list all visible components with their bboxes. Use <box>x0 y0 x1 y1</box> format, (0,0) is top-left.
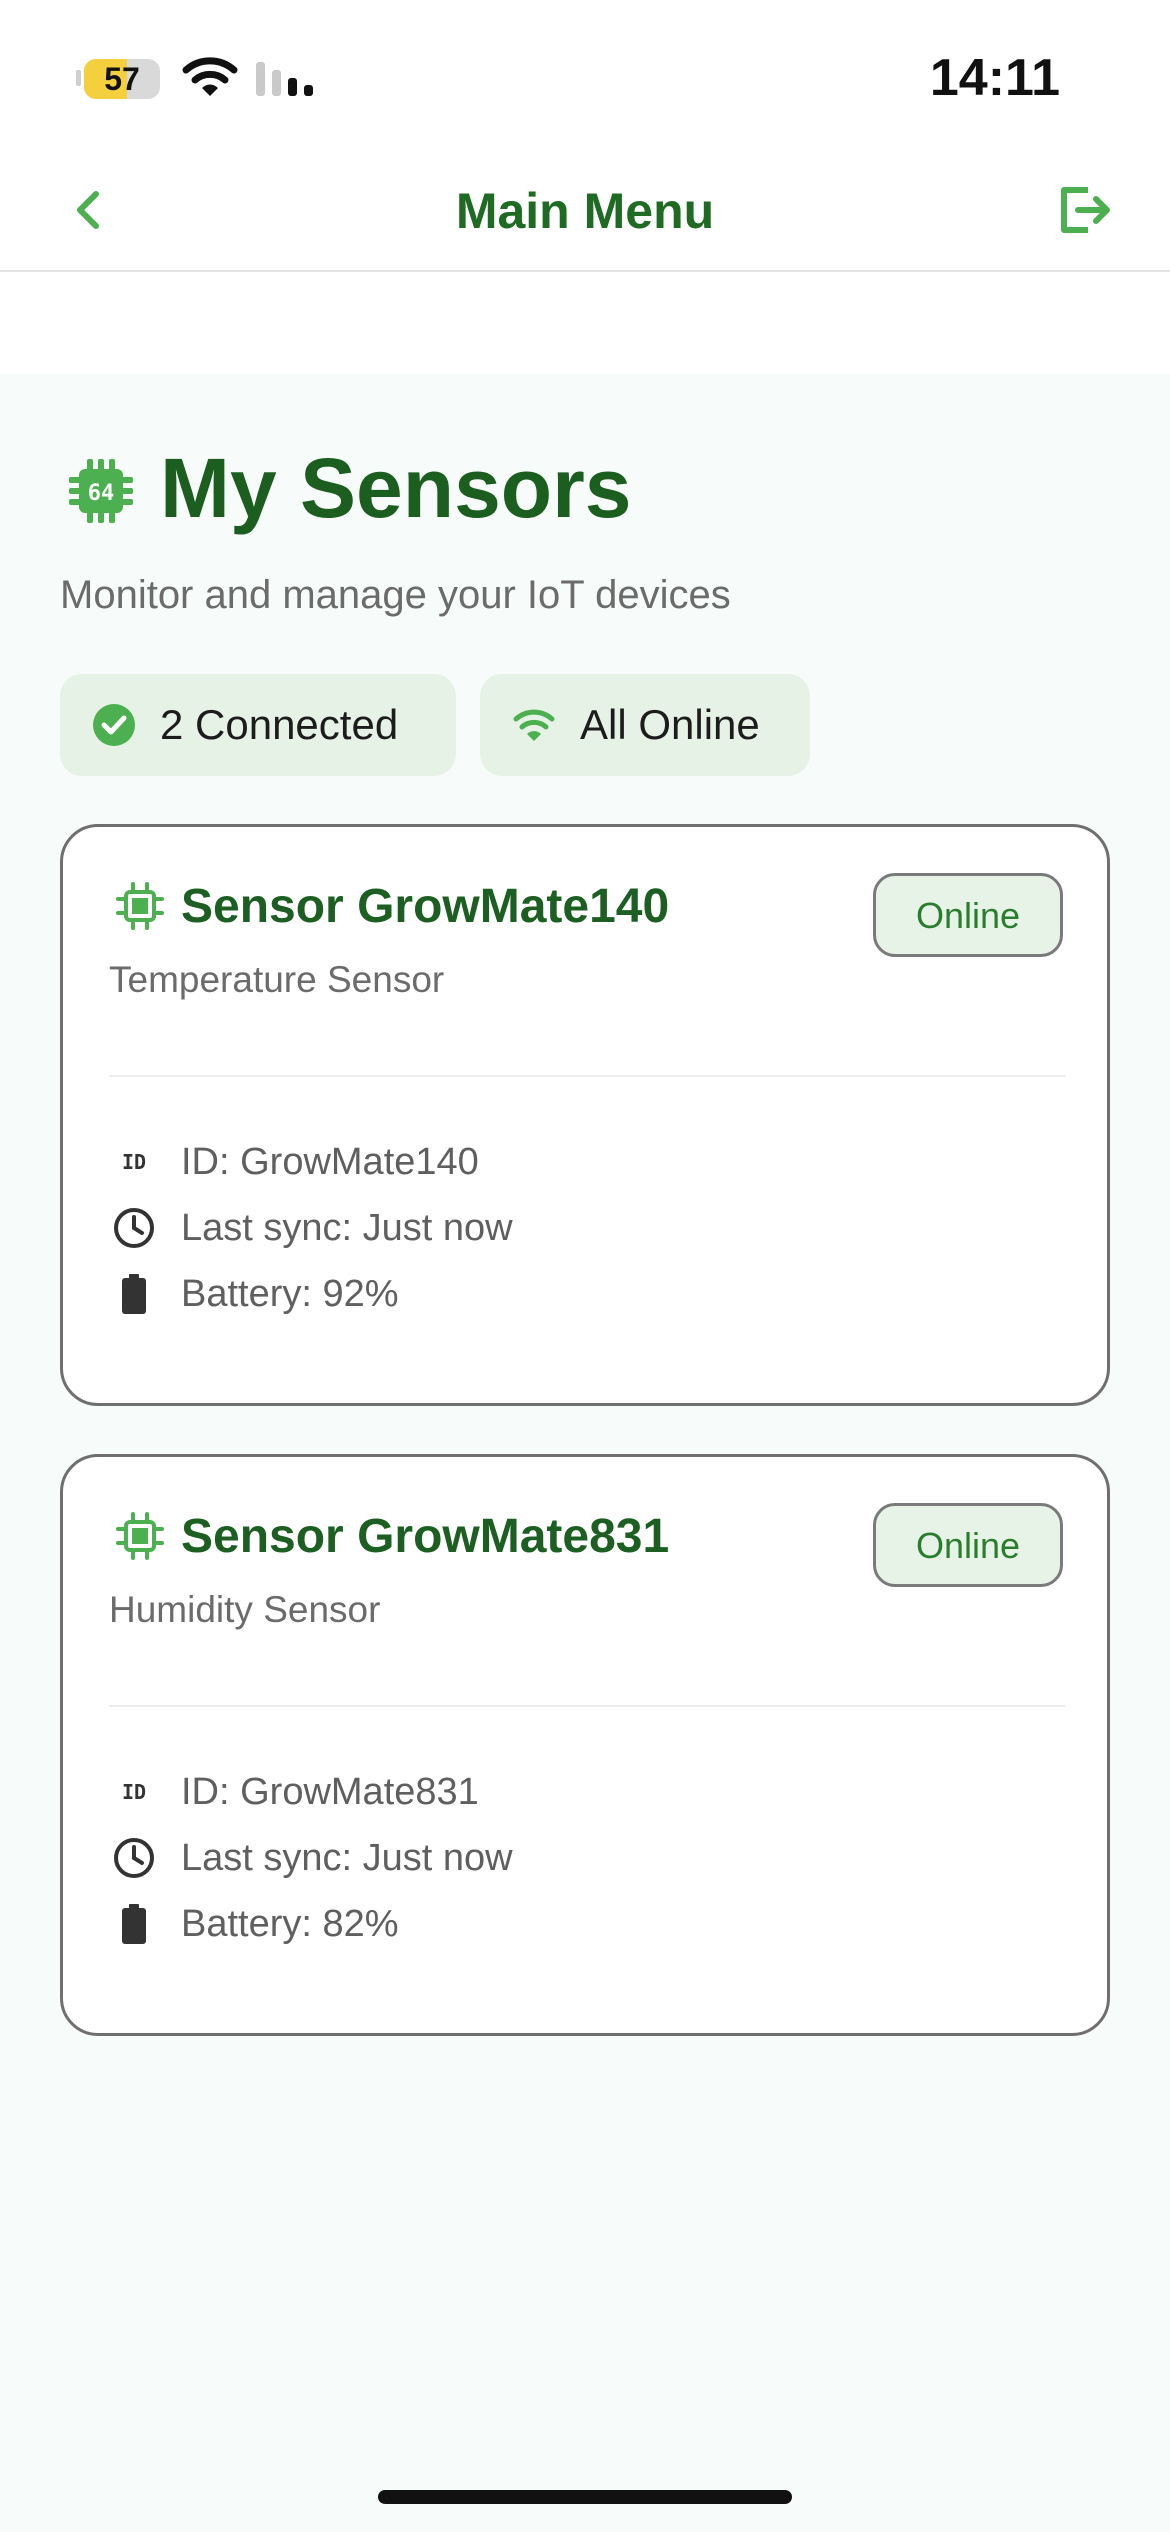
last-sync-row: Last sync: Just now <box>109 1833 513 1883</box>
sensor-name: Sensor GrowMate140 <box>181 880 670 933</box>
sensor-id-row: ID ID: GrowMate140 <box>109 1137 479 1187</box>
last-sync-text: Last sync: Just now <box>181 1836 513 1879</box>
screen: 57 14:11 Main Menu 64 My Sensors Monitor… <box>0 0 1170 2532</box>
clock-icon <box>109 1203 159 1253</box>
cellular-signal-icon <box>256 62 313 96</box>
battery-icon <box>109 1899 159 1949</box>
wifi-icon <box>513 709 555 741</box>
sensor-type: Humidity Sensor <box>109 1589 381 1630</box>
battery-indicator: 57 <box>84 59 160 99</box>
header-spacer <box>0 272 1170 374</box>
online-status-label: All Online <box>580 701 760 748</box>
svg-text:64: 64 <box>88 481 115 506</box>
battery-nub <box>76 70 81 86</box>
nav-title: Main Menu <box>455 183 715 239</box>
sensor-type: Temperature Sensor <box>109 959 445 1000</box>
check-circle-icon <box>93 704 135 746</box>
status-time: 14:11 <box>929 49 1060 107</box>
chip-icon <box>116 882 164 930</box>
last-sync-row: Last sync: Just now <box>109 1203 513 1253</box>
sensor-id-text: ID: GrowMate831 <box>181 1770 479 1813</box>
status-badge: Online <box>873 1503 1063 1587</box>
wifi-icon <box>182 57 238 96</box>
nav-bar: Main Menu <box>0 150 1170 272</box>
battery-icon <box>109 1269 159 1319</box>
page-title: My Sensors <box>160 441 632 535</box>
sensor-card[interactable]: Sensor GrowMate831 Humidity Sensor Onlin… <box>60 1454 1110 2036</box>
card-divider <box>109 1075 1065 1077</box>
battery-level-text: 57 <box>104 61 140 97</box>
battery-text: Battery: 92% <box>181 1272 399 1315</box>
chip-icon: 64 <box>69 459 133 523</box>
home-indicator <box>378 2490 792 2504</box>
svg-text:ID: ID <box>122 1780 146 1804</box>
last-sync-text: Last sync: Just now <box>181 1206 513 1249</box>
sensor-card[interactable]: Sensor GrowMate140 Temperature Sensor On… <box>60 824 1110 1406</box>
id-icon: ID <box>109 1137 159 1187</box>
sensor-id-row: ID ID: GrowMate831 <box>109 1767 479 1817</box>
battery-row: Battery: 92% <box>109 1269 399 1319</box>
battery-text: Battery: 82% <box>181 1902 399 1945</box>
chip-icon <box>116 1512 164 1560</box>
status-badge: Online <box>873 873 1063 957</box>
online-status-chip: All Online <box>480 674 810 776</box>
battery-row: Battery: 82% <box>109 1899 399 1949</box>
card-divider <box>109 1705 1065 1707</box>
clock-icon <box>109 1833 159 1883</box>
id-icon: ID <box>109 1767 159 1817</box>
connected-count-label: 2 Connected <box>160 701 399 748</box>
logout-icon[interactable] <box>1052 178 1116 242</box>
svg-text:ID: ID <box>122 1150 146 1174</box>
status-bar: 57 14:11 <box>0 0 1170 150</box>
sensor-id-text: ID: GrowMate140 <box>181 1140 479 1183</box>
sensor-name: Sensor GrowMate831 <box>181 1510 670 1563</box>
connected-count-chip: 2 Connected <box>60 674 456 776</box>
page-subtitle: Monitor and manage your IoT devices <box>60 573 731 617</box>
